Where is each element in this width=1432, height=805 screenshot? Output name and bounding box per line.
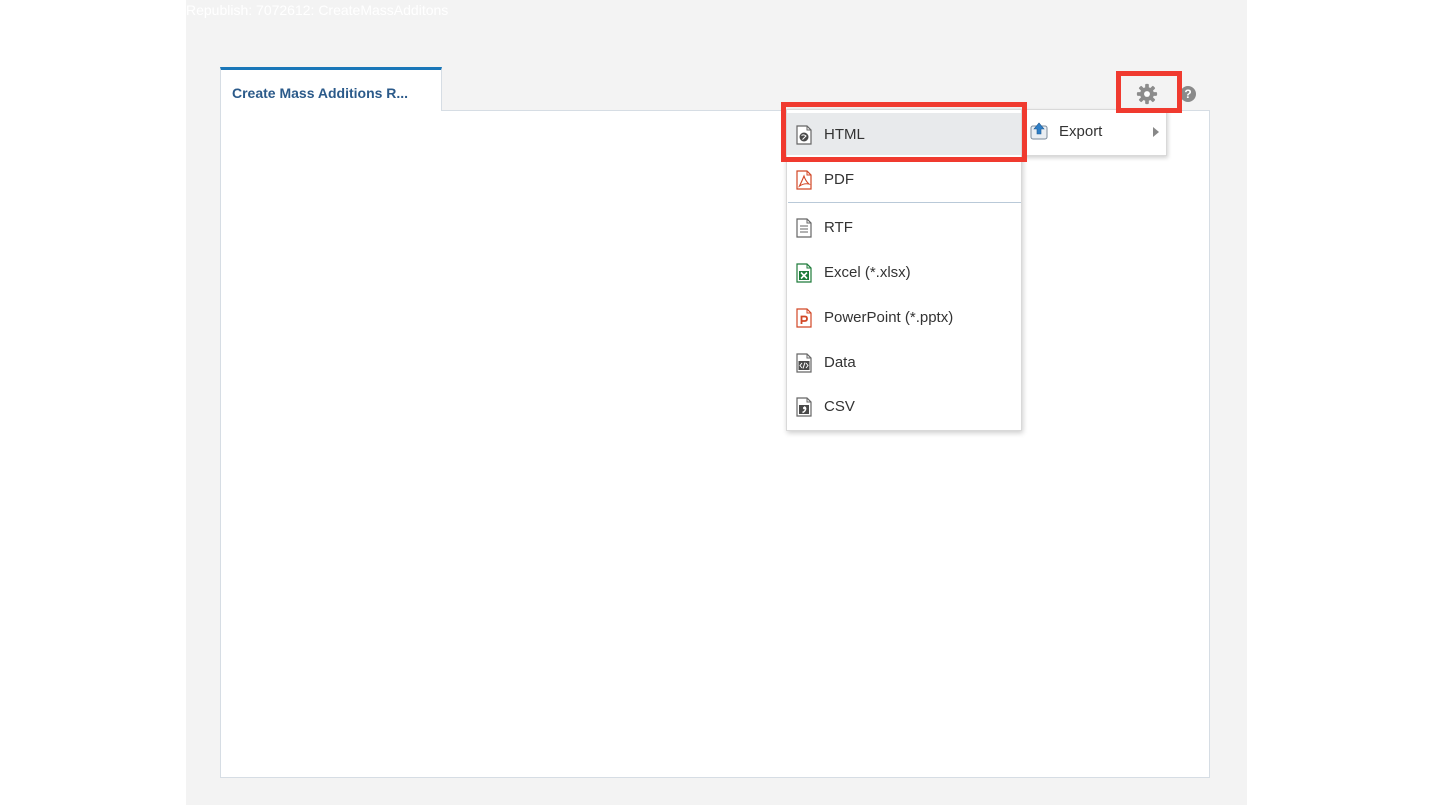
menu-item-label: Data [824, 354, 856, 371]
report-content-panel [220, 110, 1210, 778]
rtf-document-icon [796, 218, 812, 238]
menu-item-label: RTF [824, 219, 853, 236]
powerpoint-icon [796, 308, 812, 328]
menu-item-html[interactable]: HTML [787, 113, 1021, 155]
export-upload-icon [1030, 122, 1048, 140]
menu-item-label: PDF [824, 171, 854, 188]
excel-icon [796, 263, 812, 283]
csv-icon [796, 397, 812, 417]
menu-item-csv[interactable]: CSV [787, 385, 1021, 427]
menu-item-excel[interactable]: Excel (*.xlsx) [787, 251, 1021, 293]
settings-menu: Export [1018, 109, 1167, 156]
gear-icon [1136, 83, 1158, 105]
page-title: Republish: 7072612: CreateMassAdditons [186, 2, 449, 18]
export-menu-item[interactable]: Export [1019, 110, 1166, 153]
menu-item-powerpoint[interactable]: PowerPoint (*.pptx) [787, 296, 1021, 338]
pdf-icon [796, 170, 812, 190]
settings-button[interactable] [1133, 82, 1161, 106]
menu-item-label: CSV [824, 398, 855, 415]
export-label: Export [1059, 123, 1103, 140]
menu-item-label: PowerPoint (*.pptx) [824, 309, 954, 326]
report-viewer: Republish: 7072612: CreateMassAdditons C… [186, 0, 1247, 805]
menu-item-data[interactable]: Data [787, 341, 1021, 383]
submenu-arrow-icon [1153, 127, 1159, 137]
menu-item-label: HTML [824, 126, 865, 143]
data-xml-icon [796, 353, 812, 373]
help-icon[interactable]: ? [1180, 86, 1196, 102]
export-format-menu: HTML PDF RTF Excel (*.xlsx) PowerPoint (… [786, 109, 1022, 431]
html-globe-icon [796, 125, 812, 145]
menu-item-label: Excel (*.xlsx) [824, 264, 911, 281]
tab-label: Create Mass Additions R... [232, 85, 409, 101]
menu-item-rtf[interactable]: RTF [787, 206, 1021, 248]
tab-create-mass-additions[interactable]: Create Mass Additions R... [220, 67, 442, 111]
menu-item-pdf[interactable]: PDF [787, 158, 1021, 200]
menu-separator [788, 202, 1021, 203]
